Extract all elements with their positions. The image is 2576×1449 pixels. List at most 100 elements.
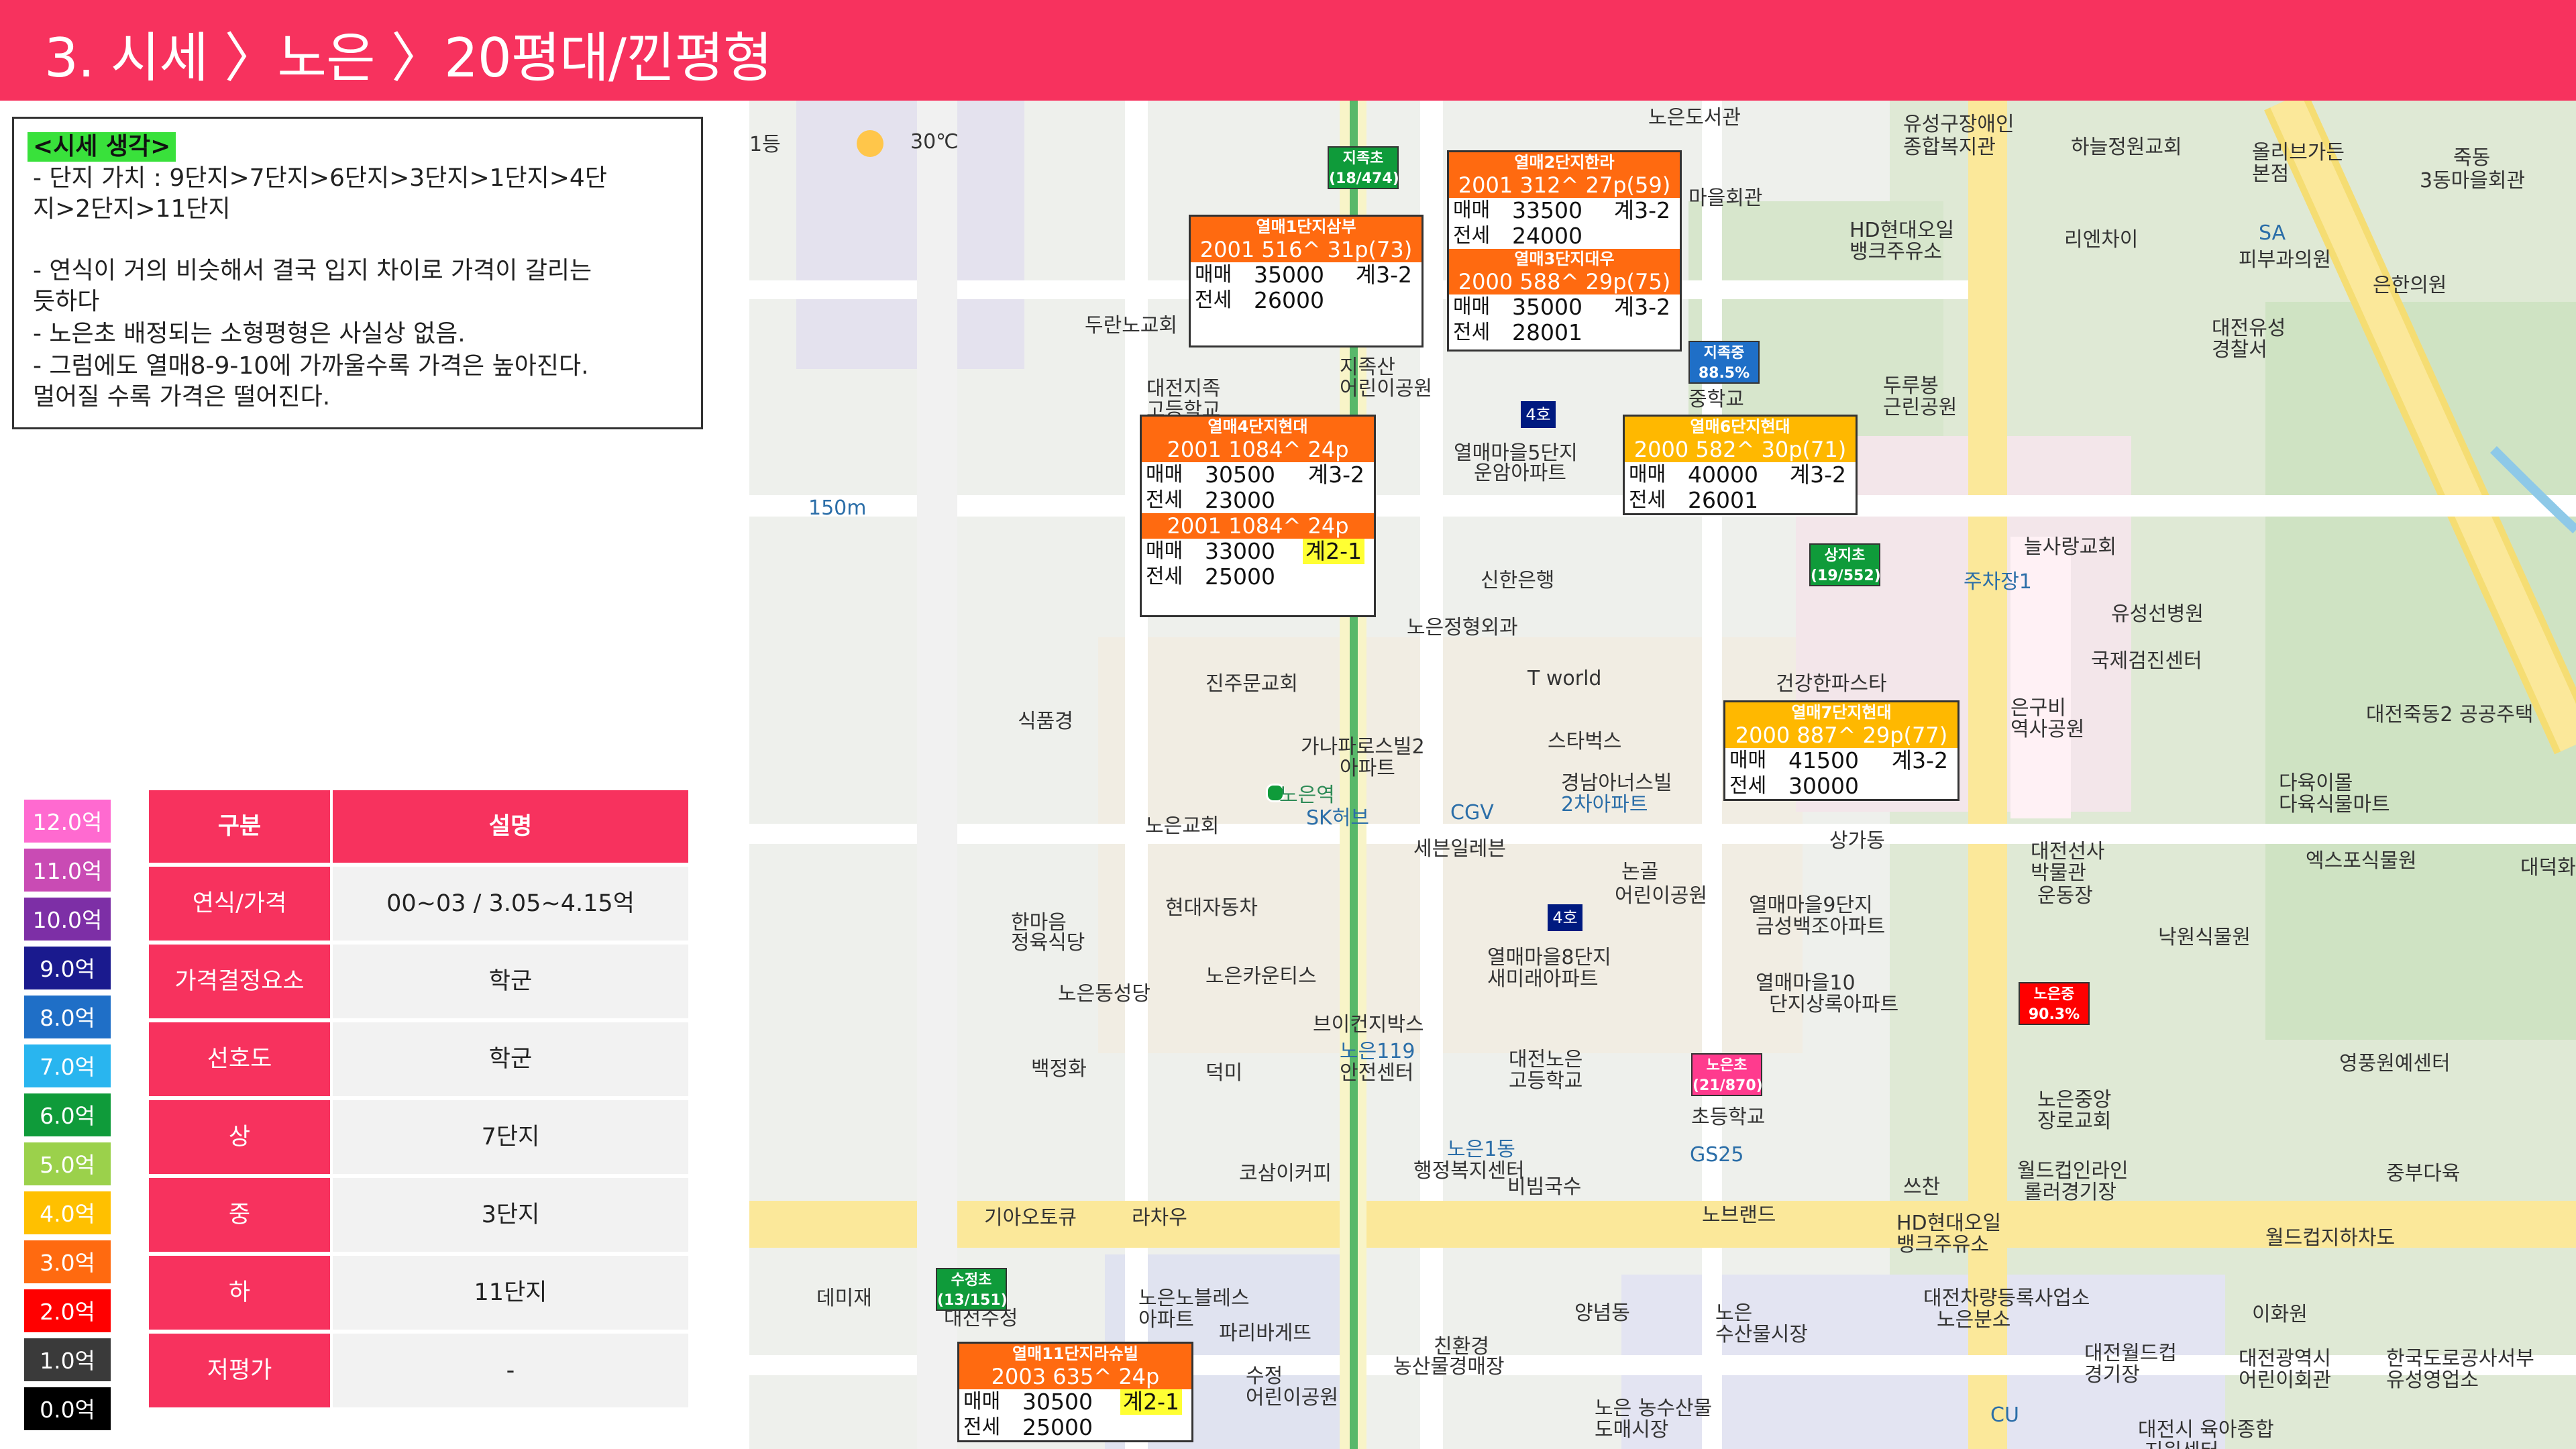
map-label[interactable]: 건강한파스타 [1776, 667, 1887, 696]
map-label[interactable]: 대전죽동2 공공주택 [2366, 698, 2533, 727]
map-label[interactable]: 양념동 [1574, 1296, 1630, 1326]
map-pin[interactable]: 4호 [1548, 904, 1582, 931]
map-label[interactable]: 노브랜드 [1702, 1198, 1776, 1228]
map-label[interactable]: GS25 [1690, 1143, 1743, 1167]
map-label[interactable]: 롤러경기장 [2024, 1175, 2116, 1205]
school-badge[interactable]: 노은중 90.3% [2019, 982, 2090, 1025]
map-label[interactable]: 코삼이커피 [1239, 1157, 1332, 1186]
map-view[interactable]: 노은도서관 유성구장애인 종합복지관 하늘정원교회 올리브가든 본점 죽동 3동마을회관 마을회… [749, 101, 2576, 1449]
map-label[interactable]: 스타벅스 [1548, 724, 1621, 754]
map-label[interactable]: 영풍원예센터 [2339, 1046, 2451, 1076]
map-label[interactable]: 라차우 [1132, 1201, 1187, 1230]
map-label[interactable]: 노은정형외과 [1407, 610, 1518, 640]
map-label[interactable]: 새미래아파트 [1487, 962, 1599, 991]
map-label[interactable]: 중부다육 [2386, 1157, 2460, 1186]
map-label[interactable]: 유성영업소 [2386, 1363, 2479, 1393]
map-label[interactable]: 도매시장 [1595, 1413, 1668, 1442]
map-label[interactable]: 역사공원 [2010, 712, 2084, 742]
map-label[interactable]: 뱅크주유소 [1896, 1228, 1989, 1257]
map-label[interactable]: 늘사랑교회 [2024, 530, 2116, 559]
listing-box[interactable]: 열매4단지현대 2001 1084^ 24p 매매 30500 계3-2 전세 230… [1140, 415, 1376, 617]
map-label[interactable]: T world [1527, 667, 1601, 690]
map-label[interactable]: 은한의원 [2373, 268, 2447, 298]
map-label[interactable]: 단지상록아파트 [1769, 987, 1898, 1017]
map-label[interactable]: 이화원 [2252, 1297, 2308, 1327]
map-label[interactable]: 3동마을회관 [2420, 164, 2525, 193]
map-label[interactable]: 근린공원 [1883, 390, 1957, 420]
map-label[interactable]: 국제검진센터 [2091, 644, 2202, 674]
map-label[interactable]: SA [2259, 221, 2286, 245]
map-label[interactable]: 장로교회 [2037, 1104, 2111, 1134]
map-label[interactable]: 본점 [2252, 157, 2289, 186]
map-label[interactable]: 정육식당 [1011, 926, 1085, 955]
map-label[interactable]: 노은카운티스 [1205, 959, 1317, 989]
map-label[interactable]: 노은동성당 [1058, 977, 1150, 1006]
map-label[interactable]: 운암아파트 [1474, 456, 1566, 486]
map-label[interactable]: 초등학교 [1691, 1100, 1765, 1130]
map-label[interactable]: 두란노교회 [1085, 309, 1177, 338]
map-label[interactable]: 고등학교 [1509, 1064, 1582, 1093]
station-label[interactable]: 노은역 [1279, 778, 1335, 808]
school-badge[interactable]: 노은초 (21/870) [1691, 1053, 1763, 1096]
map-label[interactable]: 다육식물마트 [2279, 788, 2390, 817]
school-badge[interactable]: 지족초 (18/474) [1328, 146, 1399, 189]
map-label[interactable]: CU [1990, 1403, 2019, 1427]
map-label[interactable]: 진주문교회 [1205, 667, 1298, 696]
map-label[interactable]: 비빔국수 [1507, 1170, 1581, 1199]
map-label[interactable]: 상가동 [1829, 824, 1885, 853]
map-label[interactable]: CGV [1450, 801, 1494, 824]
map-label[interactable]: 월드컵지하차도 [2265, 1221, 2395, 1250]
map-label[interactable]: 아파트 [1138, 1303, 1194, 1332]
map-label[interactable]: 유성선병원 [2111, 597, 2204, 627]
map-label[interactable]: 파리바게뜨 [1219, 1316, 1311, 1346]
map-label[interactable]: 노은분소 [1937, 1303, 2010, 1332]
listing-box[interactable]: 열매11단지라슈빌 2003 635^ 24p 매매 30500 계2-1 전세 25… [957, 1342, 1193, 1442]
map-label[interactable]: 안전센터 [1340, 1056, 1413, 1085]
map-label[interactable]: 어린이공원 [1615, 879, 1707, 908]
map-label[interactable]: 2차아파트 [1561, 788, 1648, 817]
map-label[interactable]: 백정화 [1031, 1052, 1087, 1081]
map-pin[interactable]: 4호 [1521, 401, 1556, 428]
listing-box[interactable]: 열매6단지현대 2000 582^ 30p(71) 매매 40000 계3-2 전세… [1623, 415, 1858, 515]
map-label[interactable]: 대덕화훼 [2520, 851, 2576, 880]
map-label[interactable]: 어린이공원 [1340, 372, 1432, 401]
map-label[interactable]: 지원센터 [2145, 1434, 2218, 1449]
map-label[interactable]: 하늘정원교회 [2071, 130, 2182, 160]
map-label[interactable]: 식품경 [1018, 704, 1073, 734]
school-badge[interactable]: 상지초 (19/552) [1809, 543, 1881, 586]
listing-box[interactable]: 열매1단지삼부 2001 516^ 31p(73) 매매 35000 계3-2 전세… [1189, 215, 1424, 347]
map-label[interactable]: 현대자동차 [1165, 891, 1258, 920]
school-badge[interactable]: 지족중 88.5% [1688, 341, 1760, 384]
map-label[interactable]: 주차장1 [1964, 565, 2032, 594]
map-label[interactable]: 150m [808, 496, 866, 520]
map-label[interactable]: 노은도서관 [1648, 101, 1741, 130]
map-label[interactable]: 노은교회 [1145, 809, 1219, 839]
map-label[interactable]: 농산물경매장 [1393, 1350, 1505, 1379]
map-label[interactable]: 아파트 [1340, 751, 1395, 781]
map-label[interactable]: 리엔차이 [2064, 223, 2138, 252]
map-label[interactable]: 금성백조아파트 [1756, 910, 1885, 939]
listing-box[interactable]: 열매7단지현대 2000 887^ 29p(77) 매매 41500 계3-2 전세… [1723, 700, 1960, 801]
map-label[interactable]: 피부과의원 [2239, 243, 2331, 272]
map-label[interactable]: 중학교 [1688, 382, 1744, 412]
map-label[interactable]: 어린이공원 [1246, 1381, 1338, 1410]
school-badge[interactable]: 수정초 (13/151) [936, 1268, 1008, 1311]
map-label[interactable]: 데미재 [816, 1281, 872, 1311]
map-label[interactable]: 덕미 [1205, 1056, 1242, 1085]
listing-box[interactable]: 열매2단지한라 2001 312^ 27p(59) 매매 33500 계3-2 전세… [1447, 150, 1682, 352]
map-label[interactable]: 엑스포식물원 [2306, 844, 2417, 873]
map-label[interactable]: 낙원식물원 [2158, 920, 2251, 950]
map-label[interactable]: 쓰찬 [1903, 1170, 1940, 1199]
map-label[interactable]: 세븐일레븐 [1413, 832, 1506, 861]
map-label[interactable]: 마을회관 [1688, 181, 1762, 211]
map-label[interactable]: 어린이회관 [2239, 1363, 2331, 1393]
map-label[interactable]: 브이컨지박스 [1313, 1008, 1424, 1037]
map-label[interactable]: 종합복지관 [1903, 130, 1996, 160]
map-label[interactable]: 경찰서 [2212, 333, 2267, 362]
map-label[interactable]: 수산물시장 [1715, 1318, 1808, 1347]
map-label[interactable]: 경기장 [2084, 1358, 2140, 1387]
map-label[interactable]: 운동장 [2037, 879, 2093, 908]
map-label[interactable]: 신한은행 [1481, 564, 1554, 593]
map-label[interactable]: 기아오토큐 [984, 1201, 1077, 1230]
map-label[interactable]: 뱅크주유소 [1849, 235, 1942, 264]
